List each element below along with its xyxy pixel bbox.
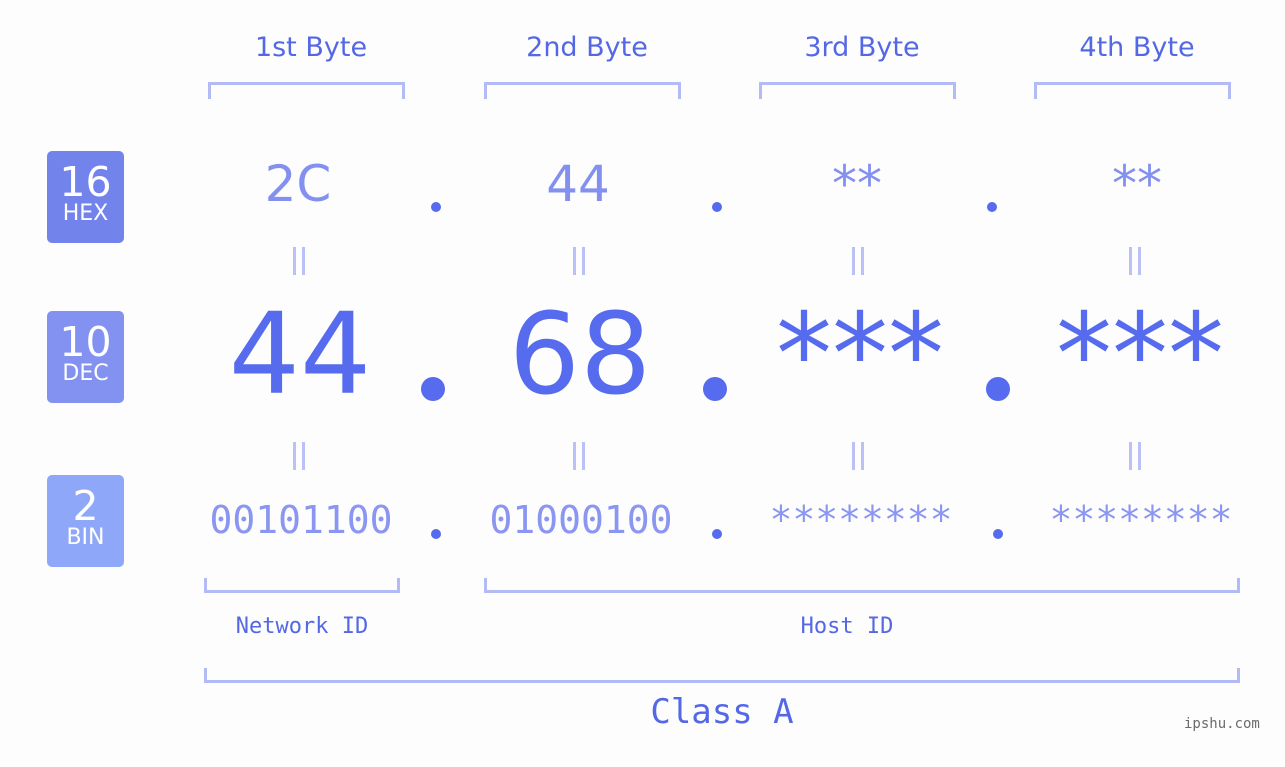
byte-header-1: 1st Byte [254, 32, 368, 63]
byte-bracket-1 [208, 82, 405, 99]
equals-sign [1127, 442, 1143, 470]
bin-byte-4: ******** [1049, 498, 1233, 542]
hex-badge-number: 16 [59, 158, 112, 206]
hex-dot-1 [431, 202, 441, 212]
dec-byte-3: *** [776, 290, 944, 420]
bin-dot-2 [712, 529, 722, 539]
dec-byte-1: 44 [228, 290, 372, 420]
bin-dot-3 [993, 529, 1003, 539]
hex-byte-3: ** [832, 155, 882, 213]
dec-byte-2: 68 [508, 290, 652, 420]
dec-dot-3 [986, 377, 1010, 401]
dec-badge-label: DEC [62, 361, 109, 386]
equals-sign [850, 247, 866, 275]
byte-header-4: 4th Byte [1079, 32, 1195, 63]
hex-dot-3 [987, 202, 997, 212]
equals-sign [571, 247, 587, 275]
network-id-label: Network ID [235, 614, 369, 639]
hex-dot-2 [712, 202, 722, 212]
byte-header-3: 3rd Byte [804, 32, 920, 63]
dec-badge-number: 10 [59, 318, 112, 366]
byte-header-2: 2nd Byte [526, 32, 648, 63]
hex-byte-2: 44 [546, 155, 610, 213]
hex-badge: 16 HEX [47, 151, 124, 243]
hex-badge-label: HEX [62, 201, 109, 226]
byte-bracket-2 [484, 82, 681, 99]
byte-bracket-4 [1034, 82, 1231, 99]
dec-byte-4: *** [1056, 290, 1224, 420]
dec-dot-1 [421, 377, 445, 401]
byte-bracket-3 [759, 82, 956, 99]
equals-sign [571, 442, 587, 470]
bin-byte-3: ******** [769, 498, 953, 542]
dec-dot-2 [703, 377, 727, 401]
hex-byte-4: ** [1112, 155, 1162, 213]
equals-sign [291, 247, 307, 275]
bin-byte-2: 01000100 [489, 498, 673, 542]
watermark: ipshu.com [1184, 716, 1260, 732]
host-id-bracket [484, 578, 1240, 593]
bin-badge-number: 2 [72, 482, 99, 530]
bin-badge-label: BIN [66, 525, 105, 550]
class-bracket [204, 668, 1240, 683]
bin-dot-1 [431, 529, 441, 539]
host-id-label: Host ID [800, 614, 894, 639]
dec-badge: 10 DEC [47, 311, 124, 403]
network-id-bracket [204, 578, 400, 593]
equals-sign [1127, 247, 1143, 275]
equals-sign [850, 442, 866, 470]
equals-sign [291, 442, 307, 470]
class-label: Class A [650, 692, 794, 732]
hex-byte-1: 2C [264, 155, 332, 213]
bin-byte-1: 00101100 [209, 498, 393, 542]
bin-badge: 2 BIN [47, 475, 124, 567]
